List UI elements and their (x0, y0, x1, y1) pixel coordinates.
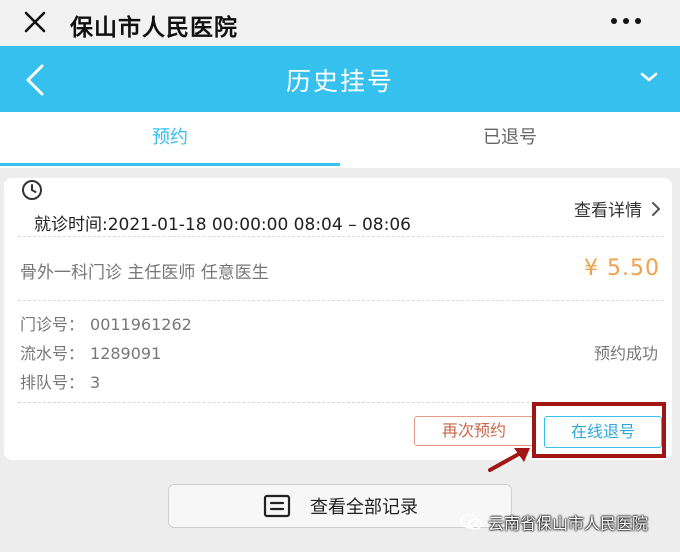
queue-number-label: 排队号： (20, 373, 85, 392)
outpatient-number-row: 门诊号： 0011961262 (20, 311, 192, 335)
divider (18, 300, 664, 301)
app-header: 历史挂号 (0, 46, 680, 112)
registration-fee: ¥ 5.50 (584, 256, 660, 281)
rebook-button[interactable]: 再次预约 (414, 416, 534, 446)
status-badge: 预约成功 (593, 344, 658, 363)
watermark-text: 云南省保山市人民医院 (488, 514, 649, 533)
queue-number-row: 排队号： 3 (20, 369, 100, 393)
chevron-right-icon (652, 201, 661, 216)
wechat-official-account-icon (460, 513, 482, 530)
serial-number: 1289091 (90, 344, 162, 363)
tab-appointment[interactable]: 预约 (0, 112, 340, 168)
document-list-icon (263, 494, 291, 518)
page-title: 历史挂号 (285, 67, 394, 96)
chevron-down-icon[interactable] (636, 64, 662, 90)
serial-number-row: 流水号： 1289091 (20, 340, 161, 364)
more-icon[interactable] (608, 12, 644, 30)
highlight-annotation-box (532, 402, 666, 458)
annotation-arrow-icon (488, 448, 530, 472)
outpatient-number-label: 门诊号： (20, 315, 85, 334)
wechat-top-bar: 保山市人民医院 (0, 0, 680, 46)
tab-bar: 预约 已退号 (0, 112, 680, 168)
wechat-page-title: 保山市人民医院 (70, 15, 238, 41)
tab-cancelled[interactable]: 已退号 (340, 112, 680, 168)
view-all-records-label: 查看全部记录 (310, 497, 418, 518)
serial-number-label: 流水号： (20, 344, 85, 363)
close-icon[interactable] (20, 7, 50, 37)
view-details-label: 查看详情 (574, 201, 642, 221)
clock-icon (22, 180, 42, 200)
queue-number: 3 (90, 373, 101, 392)
watermark: 云南省保山市人民医院 (460, 510, 648, 534)
department-doctor: 骨外一科门诊 主任医师 任意医生 (20, 263, 269, 283)
view-details-link[interactable]: 查看详情 (574, 196, 662, 221)
visit-time: 就诊时间:2021-01-18 00:00:00 08:04 – 08:06 (34, 215, 411, 235)
divider (18, 236, 664, 237)
outpatient-number: 0011961262 (90, 315, 192, 334)
